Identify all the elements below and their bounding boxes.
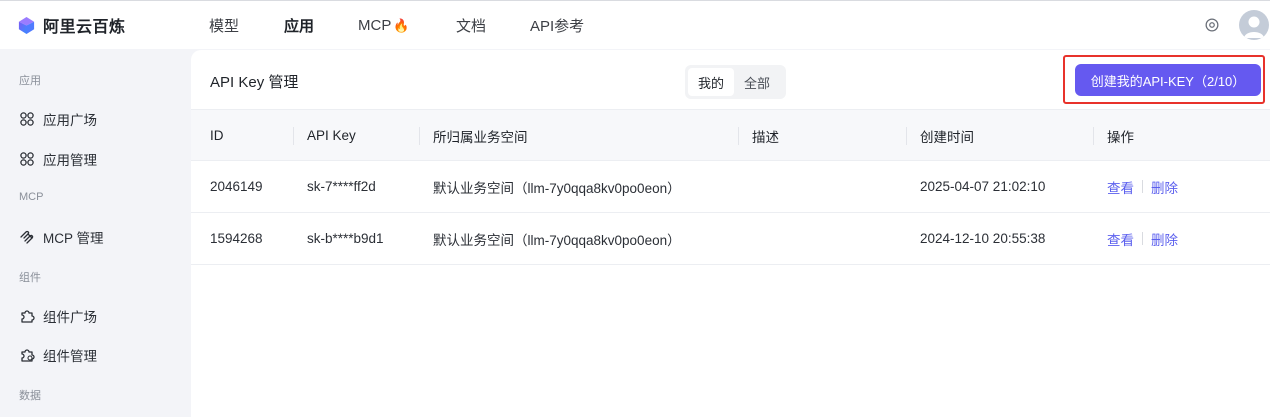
cell-id: 2046149 — [210, 179, 263, 194]
apps-grid-icon — [20, 152, 34, 166]
nav-item-models[interactable]: 模型 — [209, 15, 239, 36]
brand[interactable]: 阿里云百炼 — [17, 13, 126, 37]
sidebar-item-label: 组件管理 — [43, 349, 97, 364]
sidebar-item-component-management[interactable]: 组件管理 — [19, 345, 97, 365]
cell-workspace: 默认业务空间（llm-7y0qqa8kv0po0eon） — [433, 232, 681, 248]
sidebar-section-data: 数据 — [19, 390, 41, 402]
table-row: 1594268 sk-b****b9d1 默认业务空间（llm-7y0qqa8k… — [191, 213, 1270, 265]
avatar[interactable] — [1239, 10, 1269, 40]
table-row: 2046149 sk-7****ff2d 默认业务空间（llm-7y0qqa8k… — [191, 161, 1270, 213]
nav-item-docs[interactable]: 文档 — [456, 15, 486, 36]
filter-option-mine[interactable]: 我的 — [688, 68, 734, 96]
column-header-actions: 操作 — [1093, 110, 1134, 161]
sidebar: 应用 应用广场 应用管理 MCP MCP 管理 组件 组件广场 组件管理 数据 — [0, 49, 190, 417]
mcp-icon — [20, 230, 34, 244]
brand-name: 阿里云百炼 — [43, 19, 126, 36]
column-header-description: 描述 — [738, 110, 779, 161]
column-header-label: 操作 — [1107, 129, 1134, 145]
gear-icon[interactable] — [1203, 16, 1221, 34]
column-header-created: 创建时间 — [906, 110, 974, 161]
cell-created: 2025-04-07 21:02:10 — [920, 179, 1046, 194]
cell-workspace: 默认业务空间（llm-7y0qqa8kv0po0eon） — [433, 180, 681, 196]
sidebar-item-app-management[interactable]: 应用管理 — [19, 149, 97, 169]
action-divider — [1142, 232, 1143, 245]
sidebar-section-apps: 应用 — [19, 75, 41, 87]
fire-icon: 🔥 — [393, 17, 410, 33]
cell-actions: 查看 删除 — [1107, 161, 1178, 212]
table-header: ID API Key 所归属业务空间 描述 创建时间 操作 — [191, 110, 1270, 161]
action-divider — [1142, 180, 1143, 193]
cell-api-key: sk-7****ff2d — [307, 179, 376, 194]
sidebar-section-components: 组件 — [19, 272, 41, 284]
nav-item-mcp-label: MCP — [358, 16, 392, 34]
cell-api-key: sk-b****b9d1 — [307, 231, 384, 246]
column-header-label: 创建时间 — [920, 129, 974, 145]
puzzle-icon — [21, 349, 35, 362]
nav-item-apps[interactable]: 应用 — [284, 15, 314, 36]
nav-item-api-reference[interactable]: API参考 — [530, 15, 584, 36]
panel-header: API Key 管理 我的 全部 创建我的API-KEY（2/10） — [191, 50, 1270, 110]
delete-link[interactable]: 删除 — [1151, 177, 1178, 197]
sidebar-item-label: 应用广场 — [43, 113, 97, 128]
sidebar-section-mcp: MCP — [19, 191, 44, 203]
column-header-api-key: API Key — [293, 110, 356, 161]
column-header-label: 描述 — [752, 129, 779, 145]
apps-grid-icon — [20, 112, 34, 126]
user-avatar-icon — [1244, 16, 1264, 38]
sidebar-item-label: MCP 管理 — [43, 231, 104, 246]
cell-id: 1594268 — [210, 231, 263, 246]
bailian-logo-icon — [18, 16, 35, 34]
cell-actions: 查看 删除 — [1107, 213, 1178, 264]
sidebar-item-label: 应用管理 — [43, 153, 97, 168]
page-title: API Key 管理 — [210, 74, 299, 91]
puzzle-icon — [21, 310, 35, 323]
sidebar-item-component-plaza[interactable]: 组件广场 — [19, 306, 97, 326]
view-link[interactable]: 查看 — [1107, 177, 1134, 197]
column-header-label: 所归属业务空间 — [433, 129, 528, 145]
view-link[interactable]: 查看 — [1107, 229, 1134, 249]
filter-option-all[interactable]: 全部 — [734, 68, 780, 96]
create-api-key-button[interactable]: 创建我的API-KEY（2/10） — [1075, 64, 1261, 96]
column-header-workspace: 所归属业务空间 — [419, 110, 528, 161]
top-nav-bar: 阿里云百炼 模型 应用 MCP 🔥 文档 API参考 — [0, 0, 1270, 49]
nav-item-mcp[interactable]: MCP 🔥 — [358, 17, 410, 34]
cell-created: 2024-12-10 20:55:38 — [920, 231, 1046, 246]
sidebar-item-app-plaza[interactable]: 应用广场 — [19, 109, 97, 129]
api-key-panel: API Key 管理 我的 全部 创建我的API-KEY（2/10） ID AP… — [191, 50, 1270, 417]
delete-link[interactable]: 删除 — [1151, 229, 1178, 249]
sidebar-item-mcp-management[interactable]: MCP 管理 — [19, 227, 104, 247]
column-header-id: ID — [210, 128, 224, 143]
ownership-filter: 我的 全部 — [685, 65, 786, 99]
sidebar-item-label: 组件广场 — [43, 310, 97, 325]
column-header-label: API Key — [307, 128, 356, 143]
